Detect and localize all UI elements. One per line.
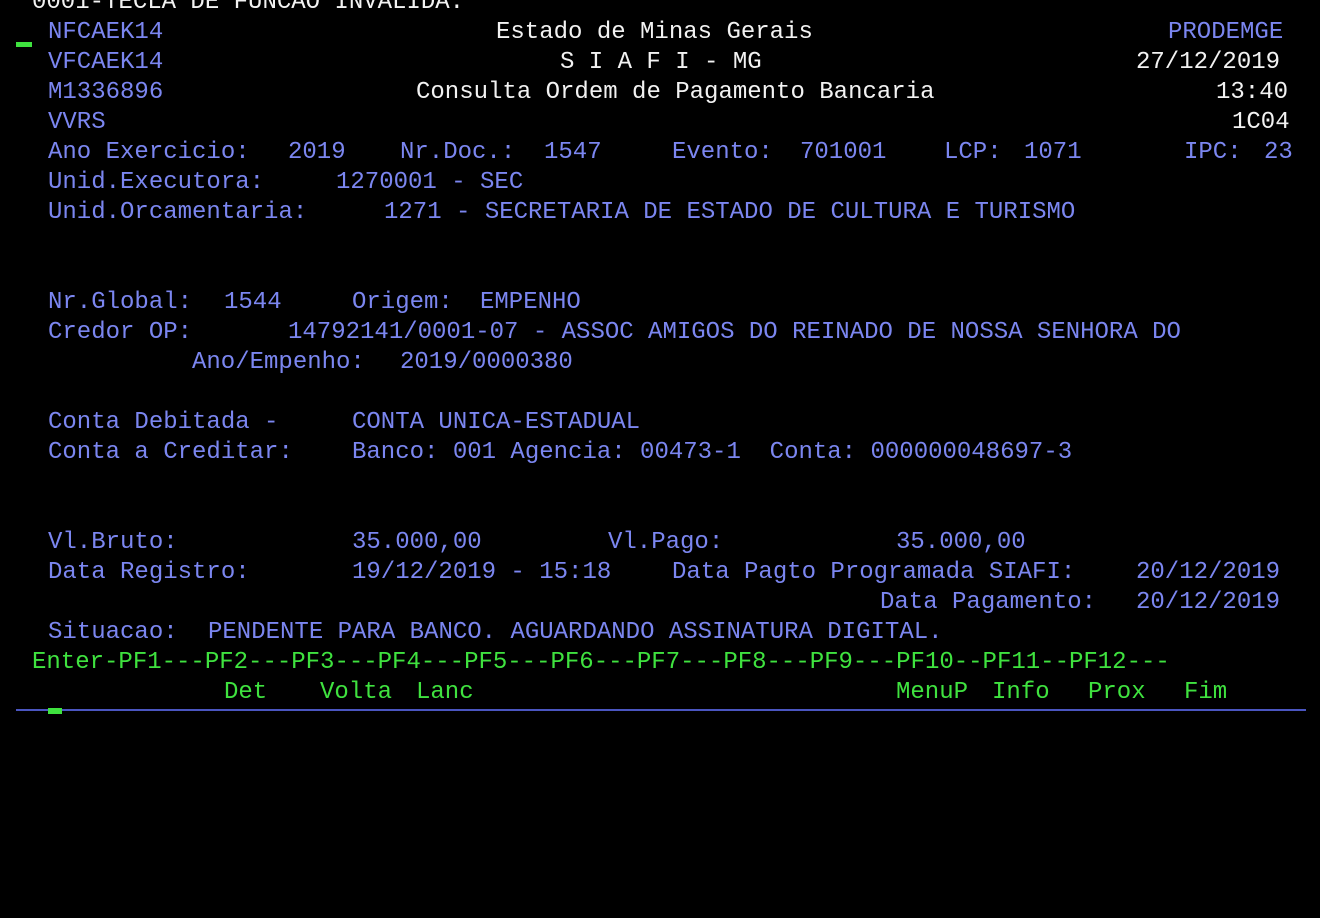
conta-debitada-row: Conta Debitada - CONTA UNICA-ESTADUAL bbox=[0, 408, 1320, 438]
conta-creditar-label: Conta a Creditar: bbox=[48, 439, 293, 466]
empenho-value: 2019/0000380 bbox=[400, 349, 573, 376]
data-registro-label: Data Registro: bbox=[48, 559, 250, 586]
data-pagto-programada-value: 20/12/2019 bbox=[1136, 559, 1281, 586]
ano-exercicio-label: Ano Exercicio: bbox=[48, 139, 250, 166]
nr-doc-label: Nr.Doc.: bbox=[400, 139, 516, 166]
pf11-prox-key[interactable]: Prox bbox=[1088, 678, 1146, 708]
header-row-1: NFCAEK14 Estado de Minas Gerais PRODEMGE bbox=[0, 18, 1320, 48]
company-name: PRODEMGE bbox=[1168, 19, 1284, 46]
conta-creditar-row: Conta a Creditar: Banco: 001 Agencia: 00… bbox=[0, 438, 1320, 468]
function-key-line: Enter-PF1---PF2---PF3---PF4---PF5---PF6-… bbox=[32, 649, 1170, 676]
data-pagto-programada-label: Data Pagto Programada SIAFI: bbox=[672, 559, 1076, 586]
terminal-code: VVRS bbox=[48, 109, 106, 136]
origem-label: Origem: bbox=[352, 289, 453, 316]
unid-executora-value: 1270001 - SEC bbox=[336, 169, 524, 196]
user-id: M1336896 bbox=[48, 79, 164, 106]
pf2-det-key[interactable]: Det bbox=[224, 678, 267, 708]
header-row-3: M1336896 Consulta Ordem de Pagamento Ban… bbox=[0, 78, 1320, 108]
header-row-2: VFCAEK14 S I A F I - MG 27/12/2019 bbox=[0, 48, 1320, 78]
unid-executora-row: Unid.Executora: 1270001 - SEC bbox=[0, 168, 1320, 198]
evento-label: Evento: bbox=[672, 139, 773, 166]
status-separator-line bbox=[16, 709, 1306, 711]
status-cursor bbox=[48, 708, 62, 714]
conta-debitada-label: Conta Debitada - bbox=[48, 409, 279, 436]
unid-orcamentaria-value: 1271 - SECRETARIA DE ESTADO DE CULTURA E… bbox=[384, 199, 1076, 226]
empenho-row: Ano/Empenho: 2019/0000380 bbox=[0, 348, 1320, 378]
vl-pago-label: Vl.Pago: bbox=[608, 529, 724, 556]
vl-pago-value: 35.000,00 bbox=[896, 529, 1026, 556]
document-info-row: Ano Exercicio: 2019 Nr.Doc.: 1547 Evento… bbox=[0, 138, 1320, 168]
ipc-value: 23 bbox=[1264, 139, 1293, 166]
error-message: 0001-TECLA DE FUNCAO INVALIDA. bbox=[32, 0, 465, 16]
pf12-fim-key[interactable]: Fim bbox=[1184, 678, 1227, 708]
unid-orcamentaria-row: Unid.Orcamentaria: 1271 - SECRETARIA DE … bbox=[0, 198, 1320, 228]
pf3-volta-key[interactable]: Volta bbox=[320, 678, 392, 708]
ipc-label: IPC: bbox=[1184, 139, 1242, 166]
view-code: VFCAEK14 bbox=[48, 49, 164, 76]
system-name: S I A F I - MG bbox=[560, 49, 762, 76]
ano-exercicio-value: 2019 bbox=[288, 139, 346, 166]
data-pagamento-label: Data Pagamento: bbox=[880, 589, 1097, 616]
nr-global-row: Nr.Global: 1544 Origem: EMPENHO bbox=[0, 288, 1320, 318]
origem-value: EMPENHO bbox=[480, 289, 581, 316]
pf4-lanc-key[interactable]: Lanc bbox=[416, 678, 474, 708]
nr-global-label: Nr.Global: bbox=[48, 289, 193, 316]
situacao-value: PENDENTE PARA BANCO. AGUARDANDO ASSINATU… bbox=[208, 619, 943, 646]
terminal-id: 1C04 bbox=[1232, 109, 1290, 136]
current-date: 27/12/2019 bbox=[1136, 49, 1281, 76]
unid-executora-label: Unid.Executora: bbox=[48, 169, 265, 196]
data-pagamento-value: 20/12/2019 bbox=[1136, 589, 1281, 616]
conta-debitada-value: CONTA UNICA-ESTADUAL bbox=[352, 409, 641, 436]
pf10-info-key[interactable]: Info bbox=[992, 678, 1050, 708]
vl-bruto-label: Vl.Bruto: bbox=[48, 529, 178, 556]
valores-row: Vl.Bruto: 35.000,00 Vl.Pago: 35.000,00 bbox=[0, 528, 1320, 558]
credor-label: Credor OP: bbox=[48, 319, 193, 346]
pf9-menup-key[interactable]: MenuP bbox=[896, 678, 968, 708]
evento-value: 701001 bbox=[800, 139, 887, 166]
message-row: 0001-TECLA DE FUNCAO INVALIDA. bbox=[0, 0, 1320, 18]
screen-title: Consulta Ordem de Pagamento Bancaria bbox=[416, 79, 935, 106]
nr-doc-value: 1547 bbox=[544, 139, 602, 166]
vl-bruto-value: 35.000,00 bbox=[352, 529, 482, 556]
state-title: Estado de Minas Gerais bbox=[496, 19, 813, 46]
lcp-label: LCP: bbox=[944, 139, 1002, 166]
program-code: NFCAEK14 bbox=[48, 19, 164, 46]
function-key-labels: Det Volta Lanc MenuP Info Prox Fim bbox=[0, 678, 1320, 708]
conta-creditar-value: Banco: 001 Agencia: 00473-1 Conta: 00000… bbox=[352, 439, 1073, 466]
situacao-label: Situacao: bbox=[48, 619, 178, 646]
data-registro-row: Data Registro: 19/12/2019 - 15:18 Data P… bbox=[0, 558, 1320, 588]
unid-orcamentaria-label: Unid.Orcamentaria: bbox=[48, 199, 308, 226]
credor-value: 14792141/0001-07 - ASSOC AMIGOS DO REINA… bbox=[288, 319, 1181, 346]
header-row-4: VVRS 1C04 bbox=[0, 108, 1320, 138]
credor-row: Credor OP: 14792141/0001-07 - ASSOC AMIG… bbox=[0, 318, 1320, 348]
current-time: 13:40 bbox=[1216, 79, 1289, 106]
lcp-value: 1071 bbox=[1024, 139, 1082, 166]
function-key-bar: Enter-PF1---PF2---PF3---PF4---PF5---PF6-… bbox=[0, 648, 1320, 678]
nr-global-value: 1544 bbox=[224, 289, 282, 316]
empenho-label: Ano/Empenho: bbox=[192, 349, 365, 376]
data-pagamento-row: Data Pagamento: 20/12/2019 bbox=[0, 588, 1320, 618]
data-registro-value: 19/12/2019 - 15:18 bbox=[352, 559, 612, 586]
situacao-row: Situacao: PENDENTE PARA BANCO. AGUARDAND… bbox=[0, 618, 1320, 648]
